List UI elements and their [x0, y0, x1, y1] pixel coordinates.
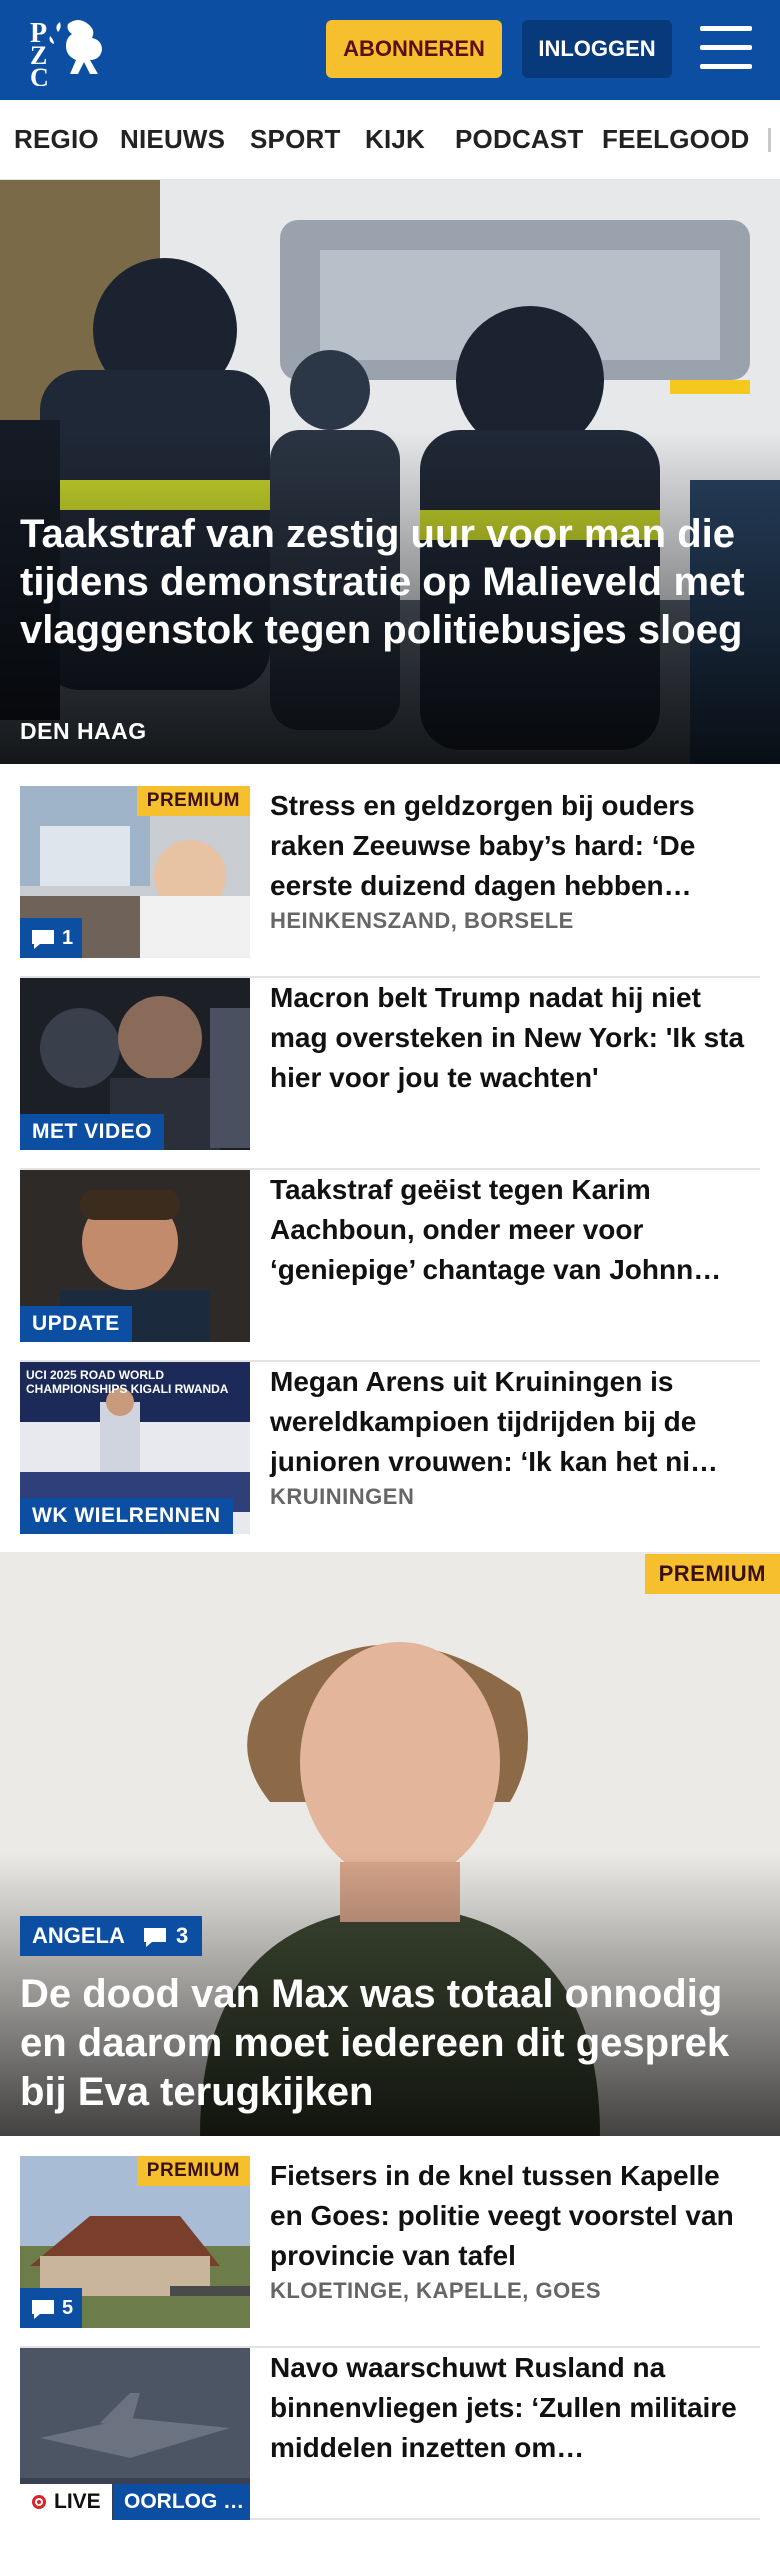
article-thumbnail: PREMIUM 5 — [20, 2156, 250, 2328]
pzc-logo[interactable]: P Z C — [28, 14, 110, 92]
nav-item-regio[interactable]: REGIO — [14, 124, 99, 155]
live-dot-icon — [32, 2495, 46, 2509]
hero-article[interactable]: Taakstraf van zestig uur voor man die ti… — [0, 180, 780, 764]
article-item[interactable]: UPDATE Taakstraf geëist tegen Karim Aach… — [20, 1170, 760, 1362]
article-item[interactable]: PREMIUM 1 Stress en geldzorgen bij ouder… — [20, 786, 760, 978]
article-title[interactable]: Stress en geldzorgen bij ouders raken Ze… — [270, 786, 760, 906]
comment-count: 5 — [62, 2297, 74, 2319]
article-location: HEINKENSZAND, BORSELE — [270, 908, 574, 933]
article-location: KLOETINGE, KAPELLE, GOES — [270, 2278, 602, 2303]
article-title[interactable]: Fietsers in de knel tussen Kapelle en Go… — [270, 2156, 760, 2276]
comment-icon — [32, 930, 54, 949]
hero-location: DEN HAAG — [20, 718, 147, 744]
nav-item-podcast[interactable]: PODCAST — [455, 124, 584, 155]
nav-overflow-divider — [768, 128, 771, 152]
menu-icon[interactable] — [700, 26, 752, 70]
article-title[interactable]: Taakstraf geëist tegen Karim Aachboun, o… — [270, 1170, 760, 1290]
premium-badge: PREMIUM — [136, 2156, 250, 2186]
nav-item-nieuws[interactable]: NIEUWS — [120, 124, 225, 155]
top-header: P Z C ABONNEREN INLOGGEN — [0, 0, 780, 100]
feature-tag[interactable]: ANGELA — [20, 1916, 137, 1956]
article-item[interactable]: PREMIUM 5 Fietsers in de knel tussen Kap… — [20, 2156, 760, 2348]
article-item[interactable]: MET VIDEO Macron belt Trump nadat hij ni… — [20, 978, 760, 1170]
category-badge: WK WIELRENNEN — [20, 1498, 233, 1534]
comment-count: 1 — [62, 927, 74, 949]
update-badge: UPDATE — [20, 1306, 132, 1342]
article-thumbnail: UCI 2025 ROAD WORLD CHAMPIONSHIPS KIGALI… — [20, 1362, 250, 1534]
video-badge: MET VIDEO — [20, 1114, 165, 1150]
feature-title[interactable]: De dood van Max was totaal onnodig en da… — [20, 1970, 760, 2117]
section-nav: REGIO NIEUWS SPORT KIJK PODCAST FEELGOOD — [0, 100, 780, 180]
nav-item-sport[interactable]: SPORT — [250, 124, 341, 155]
category-badge: OORLOG … — [114, 2484, 250, 2520]
article-location: KRUININGEN — [270, 1484, 415, 1509]
logo-lion-icon: P Z C — [30, 18, 102, 92]
comment-icon — [144, 1928, 166, 1947]
article-item[interactable]: UCI 2025 ROAD WORLD CHAMPIONSHIPS KIGALI… — [20, 1362, 760, 1554]
article-title[interactable]: Navo waarschuwt Rusland na binnenvliegen… — [270, 2348, 760, 2468]
live-label: LIVE — [54, 2490, 101, 2513]
login-button[interactable]: INLOGGEN — [522, 20, 672, 78]
article-title[interactable]: Megan Arens uit Kruiningen is wereldkamp… — [270, 1362, 760, 1482]
nav-item-feelgood[interactable]: FEELGOOD — [602, 124, 750, 155]
comment-icon — [32, 2300, 54, 2319]
article-thumbnail: PREMIUM 1 — [20, 786, 250, 958]
hero-title[interactable]: Taakstraf van zestig uur voor man die ti… — [20, 510, 760, 654]
subscribe-button[interactable]: ABONNEREN — [326, 20, 502, 78]
feature-article[interactable]: PREMIUM ANGELA 3 De dood van Max was tot… — [0, 1552, 780, 2136]
article-thumbnail: MET VIDEO — [20, 978, 250, 1150]
article-title[interactable]: Macron belt Trump nadat hij niet mag ove… — [270, 978, 760, 1098]
comment-count-badge[interactable]: 3 — [130, 1916, 202, 1956]
comment-count-badge[interactable]: 1 — [20, 918, 82, 958]
article-item[interactable]: LIVE OORLOG … Navo waarschuwt Rusland na… — [20, 2348, 760, 2520]
nav-item-kijk[interactable]: KIJK — [365, 124, 425, 155]
article-thumbnail: UPDATE — [20, 1170, 250, 1342]
premium-badge: PREMIUM — [644, 1554, 780, 1594]
thumbnail-banner-text: UCI 2025 ROAD WORLD CHAMPIONSHIPS KIGALI… — [26, 1368, 229, 1396]
article-thumbnail: LIVE OORLOG … — [20, 2348, 250, 2520]
svg-text:C: C — [30, 63, 49, 86]
premium-badge: PREMIUM — [136, 786, 250, 816]
comment-count-badge[interactable]: 5 — [20, 2288, 82, 2328]
comment-count: 3 — [176, 1923, 189, 1948]
live-badge: LIVE — [20, 2484, 112, 2520]
